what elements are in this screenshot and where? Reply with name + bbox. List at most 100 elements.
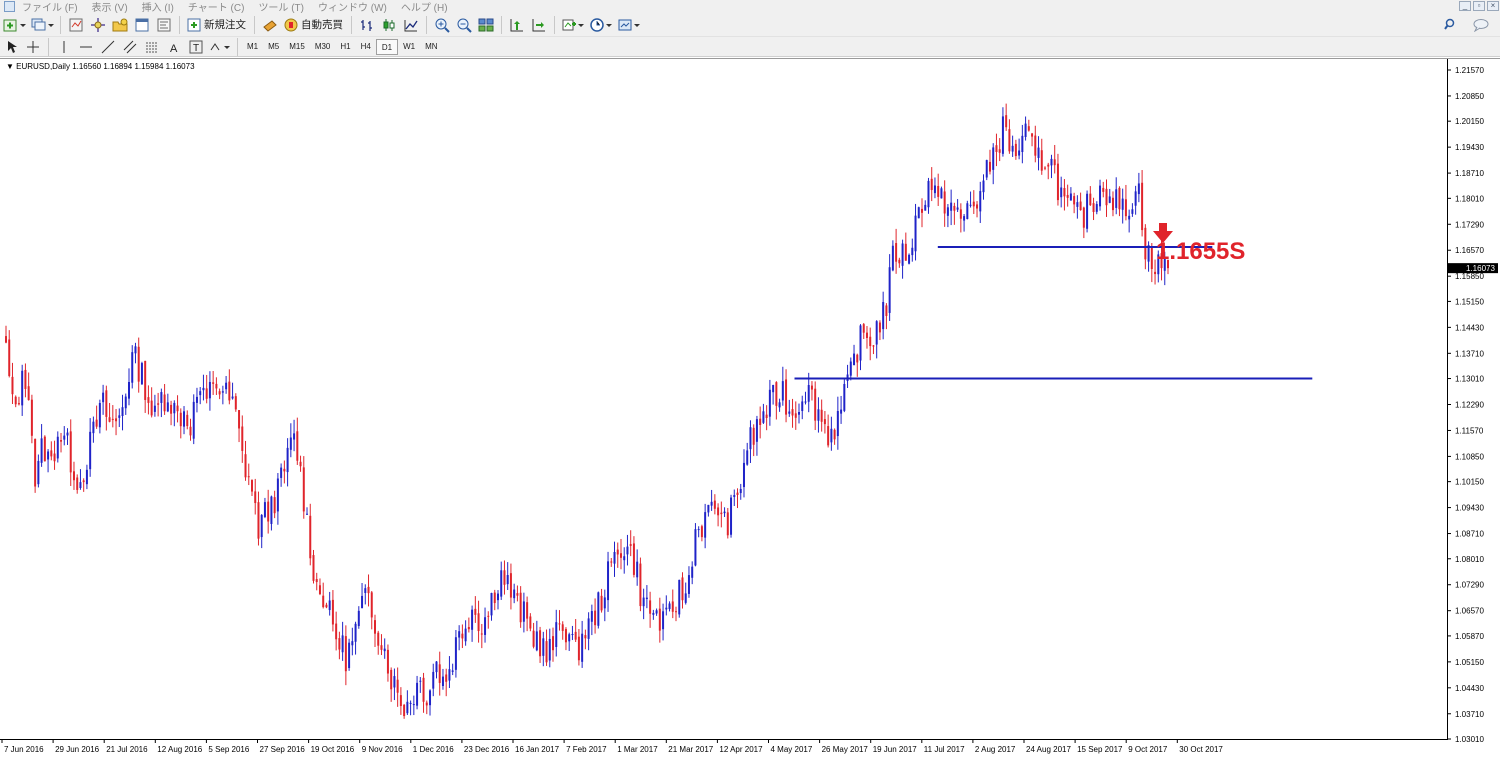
candle	[607, 551, 610, 612]
minimize-icon[interactable]: _	[1459, 1, 1471, 11]
timeframe-m15[interactable]: M15	[284, 39, 310, 55]
menu-item-chart[interactable]: チャート (C)	[188, 0, 259, 14]
candlestick-button[interactable]	[380, 16, 398, 34]
candle	[765, 405, 768, 431]
candle	[276, 473, 279, 525]
chart-window[interactable]: 1.21570 1.20850 1.20150 1.19430 1.18710 1.180…	[0, 58, 1500, 760]
candle	[895, 228, 898, 274]
menu-item-help[interactable]: ヘルプ (H)	[401, 0, 462, 14]
candle-body	[733, 495, 736, 497]
candle-body	[1005, 115, 1008, 128]
candle-body	[503, 570, 506, 585]
text-label-tool[interactable]: T	[187, 38, 205, 56]
candle-body	[76, 477, 79, 490]
new-chart-button[interactable]	[2, 16, 26, 34]
crosshair-tool[interactable]	[24, 38, 42, 56]
indicators-button[interactable]	[561, 16, 585, 34]
candle-body	[153, 405, 156, 412]
horizontal-line-tool[interactable]	[77, 38, 95, 56]
candle-body	[707, 504, 710, 513]
candle	[733, 489, 736, 506]
fibonacci-tool[interactable]	[143, 38, 161, 56]
menu-item-view[interactable]: 表示 (V)	[92, 0, 142, 14]
tile-windows-button[interactable]	[477, 16, 495, 34]
candle	[484, 607, 487, 643]
candle-body	[208, 381, 211, 399]
timeframe-m5[interactable]: M5	[263, 39, 284, 55]
zoom-in-button[interactable]	[433, 16, 451, 34]
separator	[237, 37, 238, 56]
trendline-tool[interactable]	[99, 38, 117, 56]
navigator-button[interactable]	[111, 16, 129, 34]
candle-body	[118, 415, 121, 418]
timeframe-m1[interactable]: M1	[242, 39, 263, 55]
candle	[655, 608, 658, 616]
candle	[529, 613, 532, 632]
price-tick-label: 1.08710	[1455, 530, 1484, 539]
candle	[186, 410, 189, 430]
market-watch-button[interactable]	[67, 16, 85, 34]
search-button[interactable]	[1442, 16, 1460, 34]
candle	[768, 379, 771, 426]
candle-body	[746, 450, 749, 465]
autoscroll-button[interactable]	[530, 16, 548, 34]
candle-body	[988, 161, 991, 172]
timeframe-m30[interactable]: M30	[310, 39, 336, 55]
timeframe-mn[interactable]: MN	[420, 39, 442, 55]
menu-item-window[interactable]: ウィンドウ (W)	[318, 0, 401, 14]
menu-item-file[interactable]: ファイル (F)	[22, 0, 92, 14]
candle	[419, 677, 422, 693]
terminal-button[interactable]	[133, 16, 151, 34]
candle	[231, 382, 234, 400]
timeframe-h1[interactable]: H1	[335, 39, 355, 55]
periodicity-button[interactable]	[589, 16, 613, 34]
text-tool[interactable]: A	[165, 38, 183, 56]
time-tick-label: 5 Sep 2016	[208, 745, 249, 754]
strategy-tester-button[interactable]	[155, 16, 173, 34]
chat-button[interactable]	[1472, 16, 1490, 34]
candle-body	[755, 419, 758, 442]
price-chart[interactable]: 1.21570 1.20850 1.20150 1.19430 1.18710 1.180…	[0, 59, 1500, 760]
candle-body	[963, 216, 966, 221]
tester-icon	[157, 18, 171, 31]
time-tick-label: 30 Oct 2017	[1179, 745, 1223, 754]
candle-body	[500, 570, 503, 597]
candle-body	[930, 178, 933, 191]
restore-icon[interactable]: ▫	[1473, 1, 1485, 11]
candle	[623, 547, 626, 574]
zoom-out-button[interactable]	[455, 16, 473, 34]
menu-item-insert[interactable]: 挿入 (I)	[142, 0, 188, 14]
candle-body	[613, 551, 616, 564]
timeframe-w1[interactable]: W1	[398, 39, 420, 55]
profiles-button[interactable]	[30, 16, 54, 34]
close-icon[interactable]: ×	[1487, 1, 1499, 11]
timeframe-d1[interactable]: D1	[375, 38, 399, 55]
metaeditor-button[interactable]	[261, 16, 279, 34]
candle	[590, 604, 593, 636]
chart-shift-button[interactable]	[508, 16, 526, 34]
candle-body	[296, 431, 299, 461]
candle	[836, 396, 839, 450]
auto-trading-button[interactable]: 自動売買	[283, 16, 345, 34]
new-order-button[interactable]: 新規注文	[186, 16, 248, 34]
candle	[202, 374, 205, 401]
candle	[843, 378, 846, 413]
candle	[1008, 119, 1011, 154]
candle	[63, 426, 66, 446]
candle-body	[137, 346, 140, 382]
arrows-tool[interactable]	[209, 38, 231, 56]
menu-item-tools[interactable]: ツール (T)	[258, 0, 318, 14]
line-chart-button[interactable]	[402, 16, 420, 34]
bar-chart-button[interactable]	[358, 16, 376, 34]
candle	[1037, 136, 1040, 171]
vertical-line-tool[interactable]	[55, 38, 73, 56]
data-window-button[interactable]	[89, 16, 107, 34]
channel-tool[interactable]	[121, 38, 139, 56]
price-tick-label: 1.05150	[1455, 658, 1484, 667]
candle	[163, 383, 166, 415]
cursor-tool[interactable]	[2, 38, 20, 56]
templates-button[interactable]	[617, 16, 641, 34]
candle	[626, 534, 629, 566]
timeframe-h4[interactable]: H4	[356, 39, 376, 55]
candle	[969, 191, 972, 208]
